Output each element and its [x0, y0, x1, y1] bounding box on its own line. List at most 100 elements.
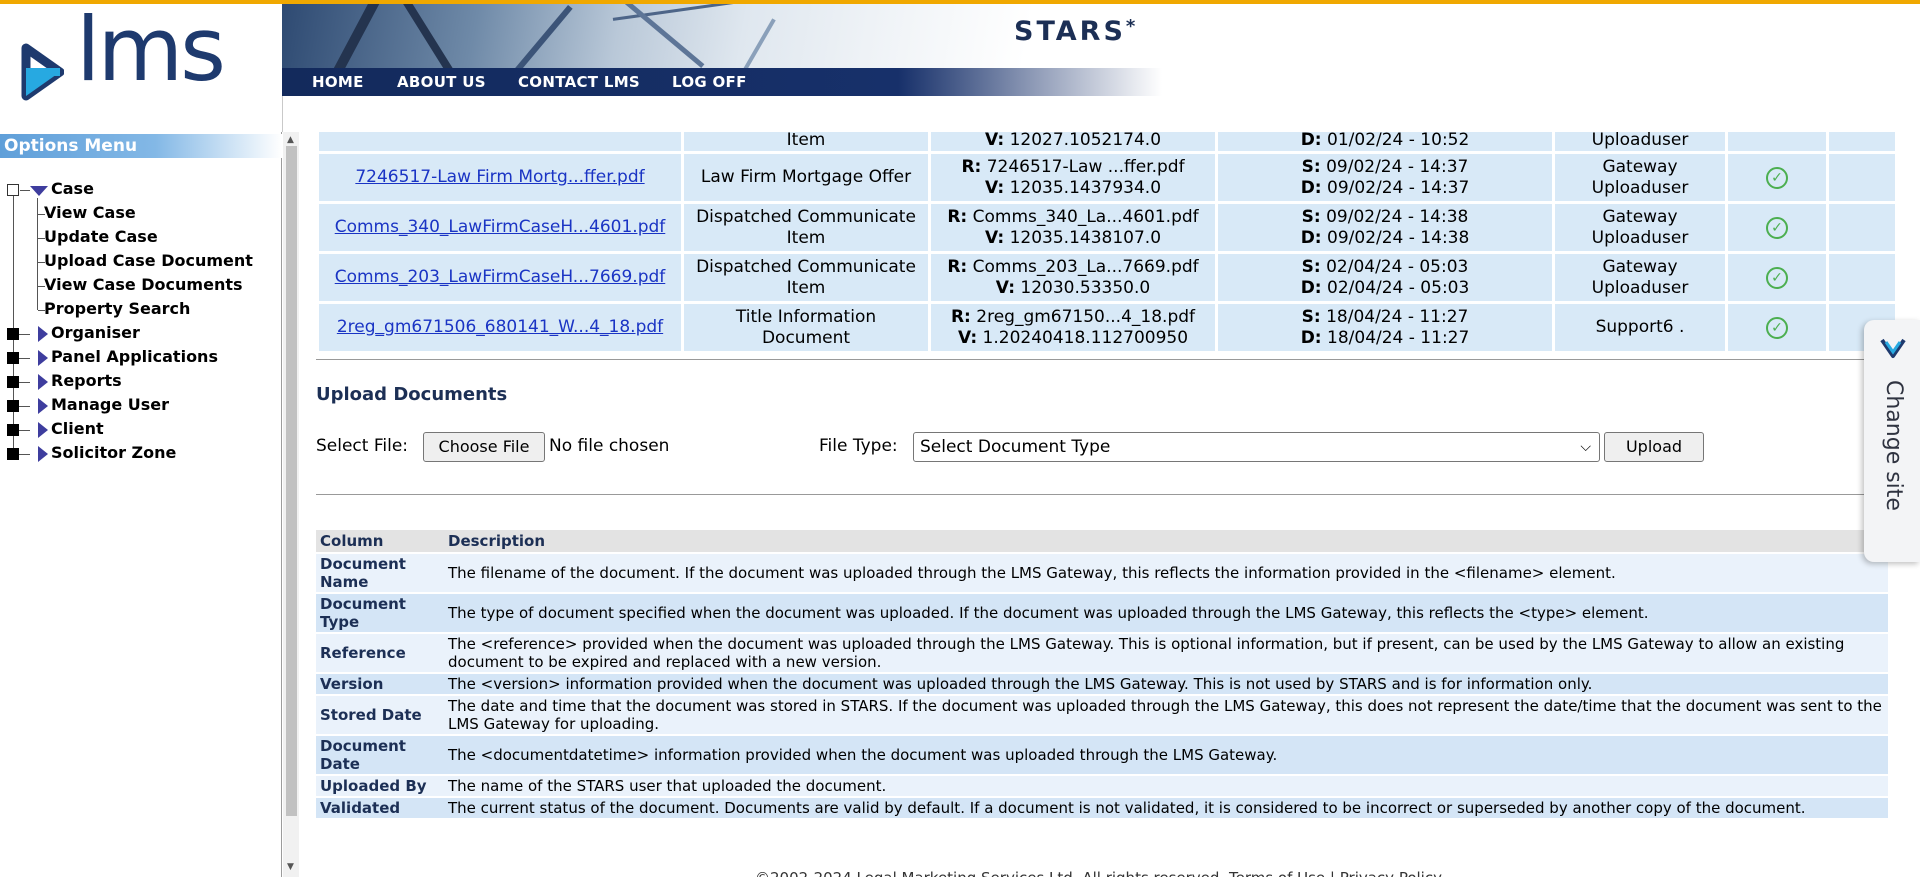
- doc-date-cell: S: 09/02/24 - 14:37 D: 09/02/24 - 14:37: [1218, 154, 1552, 201]
- stars-brand: STARS*: [1014, 16, 1138, 47]
- doc-name-link[interactable]: 7246517-Law Firm Mortg...ffer.pdf: [355, 167, 644, 187]
- sidebar-item-solicitor-zone[interactable]: Solicitor Zone: [51, 442, 176, 464]
- change-site-logo-icon: [1880, 338, 1906, 358]
- scroll-up-arrow-icon[interactable]: ▲: [287, 135, 294, 145]
- reference-value: Comms_203_La...7669.pdf: [972, 256, 1199, 277]
- doc-type-cell: Title Information Document: [684, 304, 928, 351]
- desc-text: The date and time that the document was …: [444, 696, 1888, 734]
- doc-uploader-cell: Support6 .: [1555, 304, 1725, 351]
- desc-column-name: Validated: [316, 798, 444, 818]
- client-expand-toggle[interactable]: [7, 424, 19, 436]
- sidebar-item-update-case[interactable]: Update Case: [44, 226, 158, 248]
- stars-brand-text: STARS: [1014, 16, 1126, 47]
- doc-name-cell: 2reg_gm671506_680141_W...4_18.pdf: [319, 304, 681, 351]
- nav-log-off[interactable]: LOG OFF: [672, 73, 747, 91]
- desc-text: The <version> information provided when …: [444, 674, 1888, 694]
- doc-ref-cell: R: 7246517-Law ...ffer.pdf V: 12035.14379…: [931, 154, 1215, 201]
- desc-text: The <reference> provided when the docume…: [444, 634, 1888, 672]
- nav-contact-lms[interactable]: CONTACT LMS: [518, 73, 640, 91]
- change-site-tab[interactable]: Change site: [1864, 320, 1920, 562]
- upload-button[interactable]: Upload: [1604, 432, 1704, 462]
- sidebar-item-view-case[interactable]: View Case: [44, 202, 136, 224]
- desc-column-name: Document Date: [316, 736, 444, 774]
- solicitor-zone-expand-toggle[interactable]: [7, 448, 19, 460]
- column-description-table: Column Description Document Name The fil…: [316, 528, 1888, 820]
- doc-name-link[interactable]: Comms_203_LawFirmCaseH...7669.pdf: [335, 267, 666, 287]
- sidebar-item-panel-applications[interactable]: Panel Applications: [51, 346, 218, 368]
- version-value: 12035.1438107.0: [1009, 227, 1162, 248]
- no-file-chosen-text: No file chosen: [549, 436, 670, 456]
- sidebar-item-case[interactable]: Case: [51, 178, 94, 200]
- doc-validated-cell: ✓: [1728, 254, 1826, 301]
- version-value: 12030.53350.0: [1020, 277, 1151, 298]
- client-collapsed-icon: [38, 422, 48, 438]
- doc-name-link[interactable]: 2reg_gm671506_680141_W...4_18.pdf: [337, 317, 663, 337]
- doc-name-link[interactable]: Comms_340_LawFirmCaseH...4601.pdf: [335, 217, 666, 237]
- reports-expand-toggle[interactable]: [7, 376, 19, 388]
- footer-copyright: ©2002-2024 Legal Marketing Services Ltd.…: [755, 869, 1442, 877]
- reference-prefix: R:: [950, 306, 971, 327]
- desc-column-name: Document Name: [316, 554, 444, 592]
- lms-logo[interactable]: lms: [0, 4, 282, 132]
- organiser-expand-toggle[interactable]: [7, 328, 19, 340]
- doc-type-cell: Law Firm Mortgage Offer: [684, 154, 928, 201]
- lms-logo-icon: [21, 43, 64, 101]
- reference-prefix: R:: [947, 206, 968, 227]
- sidebar-item-property-search[interactable]: Property Search: [44, 298, 190, 320]
- choose-file-button[interactable]: Choose File: [423, 432, 545, 462]
- doc-validated-cell: ✓: [1728, 204, 1826, 251]
- file-type-label: File Type:: [819, 436, 898, 456]
- sidebar-scrollbar-thumb[interactable]: [286, 146, 297, 816]
- main-content: Item V: 12027.1052174.0 D: 01/02/24 - 10…: [300, 132, 1920, 877]
- version-prefix: V:: [957, 327, 978, 348]
- stars-brand-mark: *: [1125, 16, 1139, 37]
- sidebar-item-reports[interactable]: Reports: [51, 370, 122, 392]
- nav-home[interactable]: HOME: [312, 73, 364, 91]
- stored-value: 18/04/24 - 11:27: [1326, 306, 1469, 327]
- table-row: Version The <version> information provid…: [316, 674, 1888, 694]
- sidebar-item-client[interactable]: Client: [51, 418, 104, 440]
- desc-column-name: Version: [316, 674, 444, 694]
- file-type-select[interactable]: Select Document Type ⌵: [913, 432, 1600, 462]
- manage-user-expand-toggle[interactable]: [7, 400, 19, 412]
- doc-uploader-cell: Uploaduser: [1555, 132, 1725, 151]
- sidebar-item-upload-case-document[interactable]: Upload Case Document: [44, 250, 253, 272]
- stored-value: 09/02/24 - 14:38: [1326, 206, 1469, 227]
- table-row: Stored Date The date and time that the d…: [316, 696, 1888, 734]
- doc-validated-cell: ✓: [1728, 304, 1826, 351]
- desc-text: The filename of the document. If the doc…: [444, 554, 1888, 592]
- divider: [316, 494, 1906, 495]
- validated-check-icon: ✓: [1766, 166, 1788, 189]
- options-menu-title: Options Menu: [0, 134, 282, 158]
- desc-column-name: Uploaded By: [316, 776, 444, 796]
- doc-name-cell: 7246517-Law Firm Mortg...ffer.pdf: [319, 154, 681, 201]
- nav-about-us[interactable]: ABOUT US: [397, 73, 486, 91]
- doc-date-cell: S: 02/04/24 - 05:03 D: 02/04/24 - 05:03: [1218, 254, 1552, 301]
- version-prefix: V:: [984, 177, 1005, 198]
- desc-text: The <documentdatetime> information provi…: [444, 736, 1888, 774]
- doc-type-cell: Dispatched Communicate Item: [684, 254, 928, 301]
- organiser-collapsed-icon: [38, 326, 48, 342]
- table-row: Document Name The filename of the docume…: [316, 554, 1888, 592]
- sidebar-item-view-case-documents[interactable]: View Case Documents: [44, 274, 243, 296]
- doc-action-cell: [1829, 204, 1895, 251]
- column-header: Column: [316, 530, 444, 552]
- sidebar-item-manage-user[interactable]: Manage User: [51, 394, 169, 416]
- date-value: 09/02/24 - 14:37: [1327, 177, 1470, 198]
- sidebar-item-organiser[interactable]: Organiser: [51, 322, 140, 344]
- doc-validated-cell: ✓: [1728, 154, 1826, 201]
- stored-value: 09/02/24 - 14:37: [1326, 156, 1469, 177]
- table-row: 7246517-Law Firm Mortg...ffer.pdf Law Fi…: [319, 154, 1895, 201]
- change-site-label: Change site: [1881, 380, 1906, 511]
- doc-name-cell: Comms_203_LawFirmCaseH...7669.pdf: [319, 254, 681, 301]
- case-collapse-toggle[interactable]: [7, 184, 19, 196]
- date-value: 18/04/24 - 11:27: [1327, 327, 1470, 348]
- description-header: Description: [444, 530, 1888, 552]
- scroll-down-arrow-icon[interactable]: ▼: [287, 862, 294, 872]
- panel-applications-expand-toggle[interactable]: [7, 352, 19, 364]
- doc-uploader-cell: Gateway Uploaduser: [1555, 154, 1725, 201]
- date-prefix: D:: [1300, 227, 1322, 248]
- table-row: Document Type The type of document speci…: [316, 594, 1888, 632]
- validated-check-icon: ✓: [1766, 316, 1788, 339]
- stored-prefix: S:: [1301, 156, 1321, 177]
